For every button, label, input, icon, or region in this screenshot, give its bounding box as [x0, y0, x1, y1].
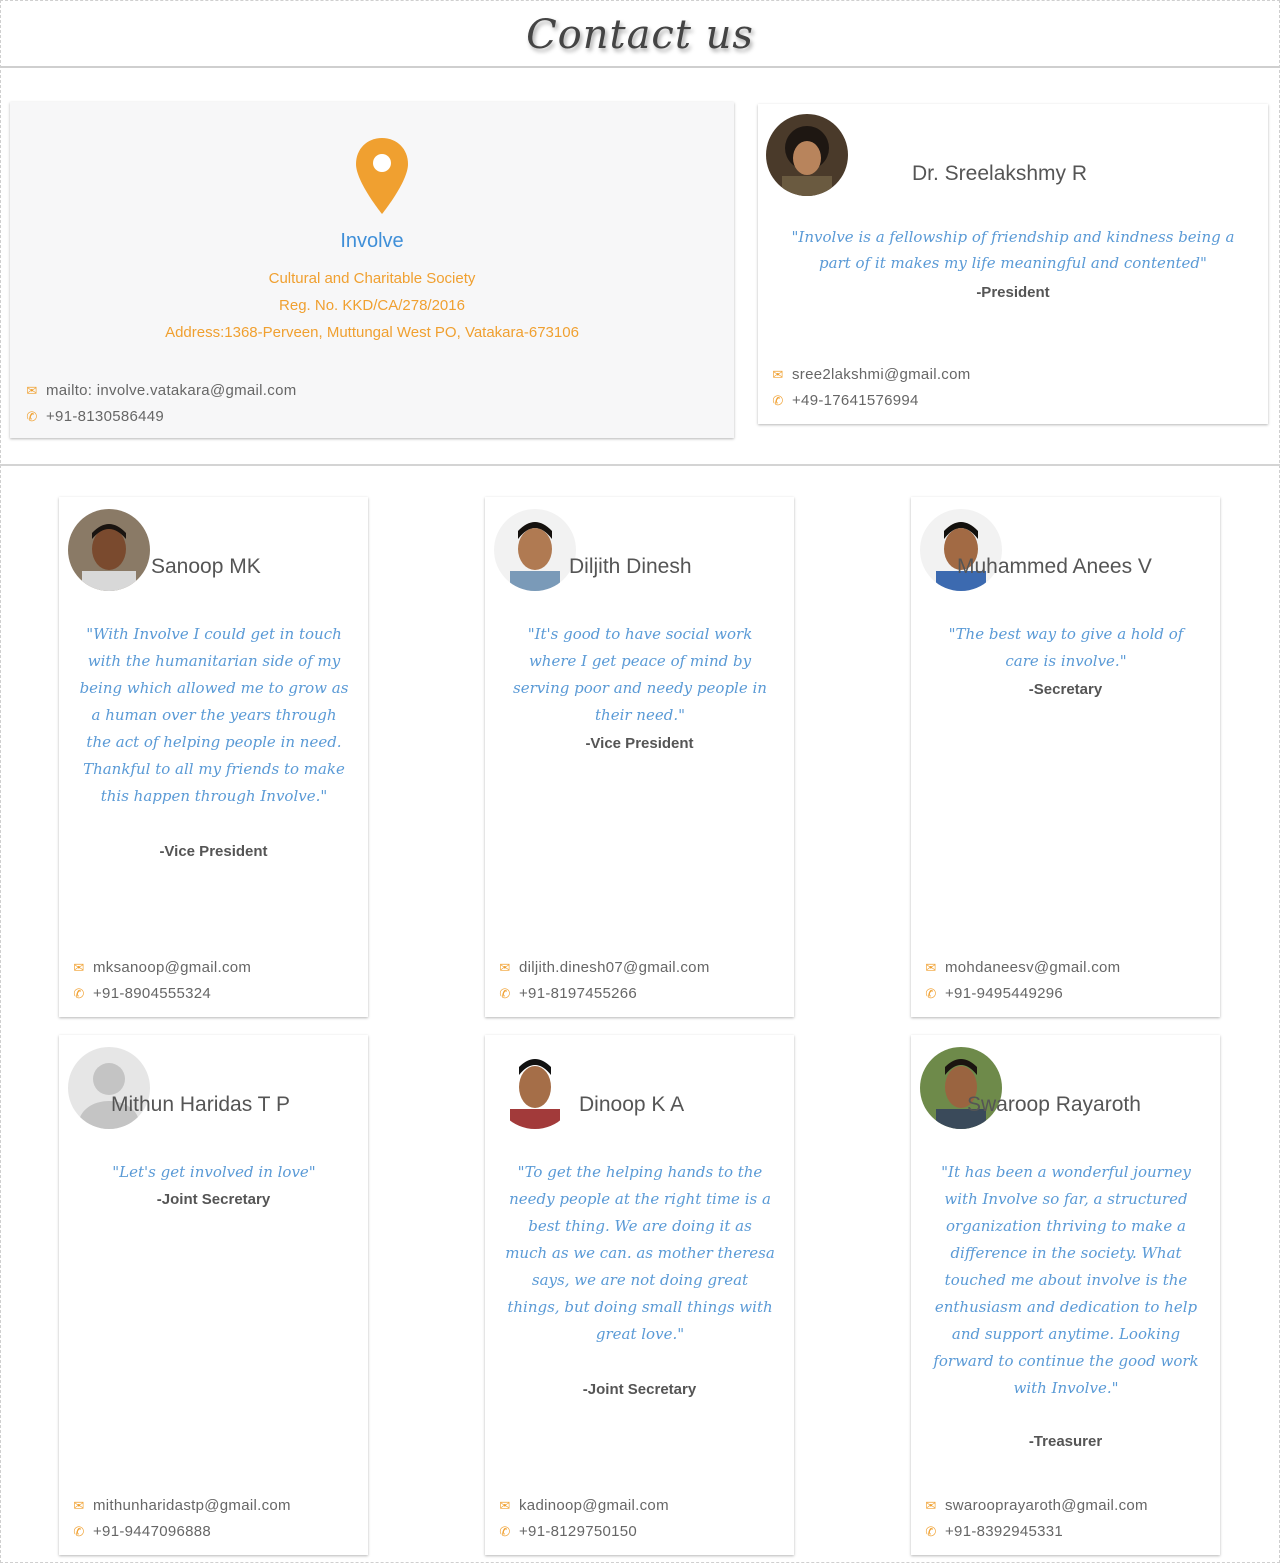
member-role: -Secretary	[1028, 681, 1103, 698]
avatar	[494, 509, 576, 591]
envelope-icon: ✉	[772, 367, 784, 382]
member-role: -President	[976, 284, 1050, 301]
member-card-president: Dr. Sreelakshmy R "Involve is a fellowsh…	[758, 104, 1268, 424]
member-name: Diljith Dinesh	[569, 555, 692, 578]
envelope-icon: ✉	[73, 960, 85, 975]
page-title: Contact us	[526, 12, 754, 58]
member-quote: "With Involve I could get in touch with …	[79, 625, 349, 805]
member-quote: "To get the helping hands to the needy p…	[505, 1163, 775, 1343]
phone-icon: ✆	[925, 1524, 937, 1539]
organization-address: Address:1368-Perveen, Muttungal West PO,…	[165, 324, 579, 341]
member-email-text[interactable]: swarooprayaroth@gmail.com	[945, 1497, 1148, 1514]
member-role: -Vice President	[585, 735, 694, 752]
member-phone-text[interactable]: +91-8197455266	[519, 985, 637, 1002]
member-email[interactable]: ✉ mithunharidastp@gmail.com	[71, 1497, 291, 1514]
envelope-icon: ✉	[499, 960, 511, 975]
member-email-text[interactable]: diljith.dinesh07@gmail.com	[519, 959, 710, 976]
organization-phone[interactable]: ✆ +91-8130586449	[24, 408, 164, 425]
title-bar: Contact us	[0, 0, 1280, 68]
organization-card: Involve Cultural and Charitable Society …	[10, 102, 734, 438]
member-email[interactable]: ✉ swarooprayaroth@gmail.com	[923, 1497, 1148, 1514]
member-quote: "The best way to give a hold of care is …	[948, 625, 1184, 670]
member-email[interactable]: ✉ sree2lakshmi@gmail.com	[770, 366, 971, 383]
section-divider	[0, 464, 1280, 466]
member-card: Dinoop K A "To get the helping hands to …	[485, 1035, 794, 1555]
avatar	[766, 114, 848, 196]
member-quote: "Let's get involved in love"	[112, 1163, 316, 1181]
member-name: Dinoop K A	[579, 1093, 685, 1116]
member-card: Swaroop Rayaroth "It has been a wonderfu…	[911, 1035, 1220, 1555]
member-role: -Joint Secretary	[156, 1191, 271, 1208]
phone-icon: ✆	[499, 1524, 511, 1539]
member-email[interactable]: ✉ diljith.dinesh07@gmail.com	[497, 959, 710, 976]
member-card: Muhammed Anees V "The best way to give a…	[911, 497, 1220, 1017]
envelope-icon: ✉	[499, 1498, 511, 1513]
member-card: Diljith Dinesh "It's good to have social…	[485, 497, 794, 1017]
member-phone-text[interactable]: +91-8129750150	[519, 1523, 637, 1540]
phone-icon: ✆	[499, 986, 511, 1001]
member-phone[interactable]: ✆ +91-9495449296	[923, 985, 1063, 1002]
member-phone[interactable]: ✆ +91-9447096888	[71, 1523, 211, 1540]
member-email-text[interactable]: mohdaneesv@gmail.com	[945, 959, 1120, 976]
member-card: Sanoop MK "With Involve I could get in t…	[59, 497, 368, 1017]
member-name: Mithun Haridas T P	[111, 1093, 290, 1116]
phone-icon: ✆	[73, 1524, 85, 1539]
member-name: Dr. Sreelakshmy R	[912, 162, 1088, 185]
envelope-icon: ✉	[73, 1498, 85, 1513]
envelope-icon: ✉	[925, 1498, 937, 1513]
member-phone-text[interactable]: +49-17641576994	[792, 392, 919, 409]
member-email[interactable]: ✉ mohdaneesv@gmail.com	[923, 959, 1120, 976]
member-name: Muhammed Anees V	[957, 555, 1152, 578]
member-phone[interactable]: ✆ +91-8129750150	[497, 1523, 637, 1540]
member-name: Swaroop Rayaroth	[967, 1093, 1141, 1116]
phone-icon: ✆	[925, 986, 937, 1001]
member-quote: "It's good to have social work where I g…	[513, 625, 767, 724]
organization-email-text[interactable]: mailto: involve.vatakara@gmail.com	[46, 382, 297, 399]
member-phone[interactable]: ✆ +91-8197455266	[497, 985, 637, 1002]
member-email-text[interactable]: mithunharidastp@gmail.com	[93, 1497, 291, 1514]
phone-icon: ✆	[26, 409, 38, 424]
member-phone-text[interactable]: +91-9495449296	[945, 985, 1063, 1002]
phone-icon: ✆	[73, 986, 85, 1001]
envelope-icon: ✉	[925, 960, 937, 975]
member-phone-text[interactable]: +91-8392945331	[945, 1523, 1063, 1540]
member-quote: "Involve is a fellowship of friendship a…	[791, 228, 1235, 272]
avatar	[68, 509, 150, 591]
member-phone[interactable]: ✆ +91-8904555324	[71, 985, 211, 1002]
member-role: -Vice President	[159, 843, 268, 860]
organization-name[interactable]: Involve	[10, 230, 734, 253]
phone-icon: ✆	[772, 393, 784, 408]
member-email[interactable]: ✉ kadinoop@gmail.com	[497, 1497, 669, 1514]
member-phone-text[interactable]: +91-8904555324	[93, 985, 211, 1002]
organization-phone-text[interactable]: +91-8130586449	[46, 408, 164, 425]
member-email-text[interactable]: mksanoop@gmail.com	[93, 959, 251, 976]
organization-reg-no: Reg. No. KKD/CA/278/2016	[279, 297, 465, 314]
member-phone[interactable]: ✆ +49-17641576994	[770, 392, 919, 409]
organization-subtitle: Cultural and Charitable Society	[268, 270, 476, 287]
envelope-icon: ✉	[26, 383, 38, 398]
member-email-text[interactable]: sree2lakshmi@gmail.com	[792, 366, 971, 383]
member-role: -Treasurer	[1028, 1433, 1103, 1450]
member-phone[interactable]: ✆ +91-8392945331	[923, 1523, 1063, 1540]
map-pin-icon	[356, 138, 408, 214]
member-phone-text[interactable]: +91-9447096888	[93, 1523, 211, 1540]
organization-email[interactable]: ✉ mailto: involve.vatakara@gmail.com	[24, 382, 297, 399]
member-quote: "It has been a wonderful journey with In…	[933, 1163, 1199, 1397]
avatar	[494, 1047, 576, 1129]
member-card: Mithun Haridas T P "Let's get involved i…	[59, 1035, 368, 1555]
member-email-text[interactable]: kadinoop@gmail.com	[519, 1497, 669, 1514]
member-name: Sanoop MK	[151, 555, 261, 578]
member-role: -Joint Secretary	[582, 1381, 697, 1398]
member-email[interactable]: ✉ mksanoop@gmail.com	[71, 959, 251, 976]
